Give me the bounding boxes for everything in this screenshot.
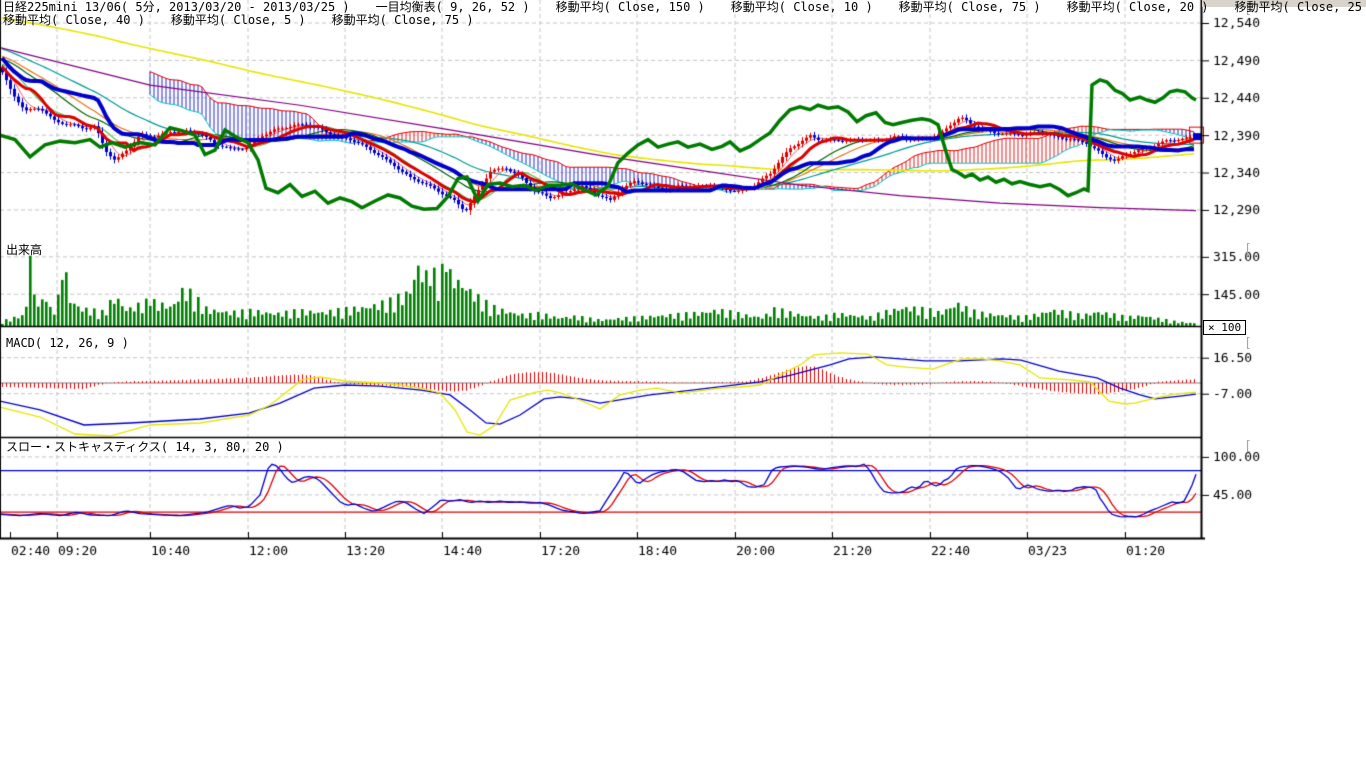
legend-ma25: 移動平均( Close, 25 ) <box>1235 0 1366 14</box>
legend-ma10: 移動平均( Close, 10 ) <box>731 0 873 14</box>
legend-symbol: 日経225mini 13/06( 5分, 2013/03/20 - 2013/0… <box>3 0 350 14</box>
pane-grip-icon[interactable]: [ <box>1244 244 1252 256</box>
volume-multiplier-badge: × 100 <box>1203 320 1246 335</box>
legend-ma75b: 移動平均( Close, 75 ) <box>332 13 474 27</box>
legend-ichimoku: 一目均衡表( 9, 26, 52 ) <box>376 0 530 14</box>
pane-grip-icon[interactable]: [ <box>1244 441 1252 453</box>
indicator-legend: 日経225mini 13/06( 5分, 2013/03/20 - 2013/0… <box>3 1 1366 27</box>
legend-ma5: 移動平均( Close, 5 ) <box>171 13 306 27</box>
chart-application-window: 日経225mini 13/06( 5分, 2013/03/20 - 2013/0… <box>0 0 1366 768</box>
legend-ma20: 移動平均( Close, 20 ) <box>1067 0 1209 14</box>
pane-grip-icon[interactable]: [ <box>1244 338 1252 350</box>
macd-panel-title: MACD( 12, 26, 9 ) <box>6 336 129 350</box>
legend-ma40: 移動平均( Close, 40 ) <box>3 13 145 27</box>
chart-canvas[interactable] <box>0 0 1366 768</box>
legend-ma150: 移動平均( Close, 150 ) <box>556 0 705 14</box>
volume-panel-title: 出来高 <box>6 241 42 258</box>
stochastics-panel-title: スロー・ストキャスティクス( 14, 3, 80, 20 ) <box>6 438 284 455</box>
legend-ma75: 移動平均( Close, 75 ) <box>899 0 1041 14</box>
